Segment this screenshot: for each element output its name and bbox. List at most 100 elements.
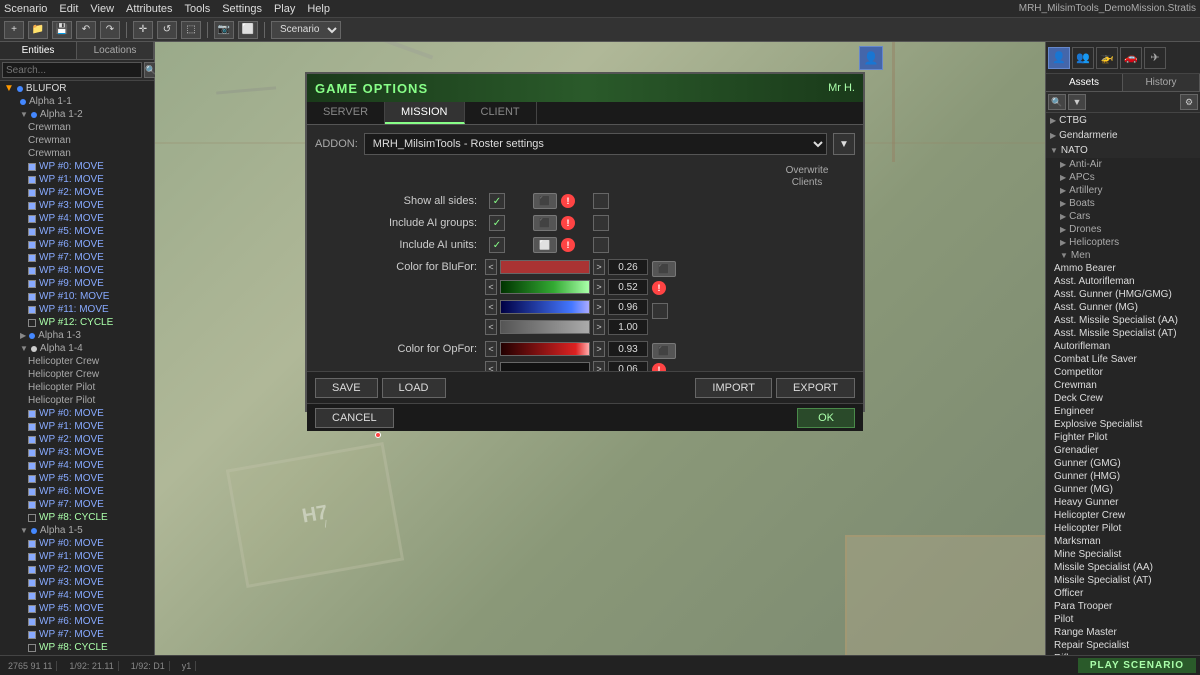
opfor-color-warning[interactable]: !: [652, 363, 666, 371]
asset-helicopters[interactable]: ▶Helicopters: [1046, 236, 1200, 249]
blufor-g-value[interactable]: 0.52: [608, 279, 648, 295]
asset-man-asst.-gunner-mg[interactable]: Asst. Gunner (MG): [1046, 301, 1200, 314]
menu-play[interactable]: Play: [274, 3, 295, 15]
toolbar-save[interactable]: 💾: [52, 21, 72, 39]
opfor-r-right[interactable]: >: [593, 341, 605, 357]
wp6-a12[interactable]: WP #6: MOVE: [0, 238, 154, 251]
save-button[interactable]: SAVE: [315, 378, 378, 398]
asset-man-ammo-bearer[interactable]: Ammo Bearer: [1046, 262, 1200, 275]
wp5-a12[interactable]: WP #5: MOVE: [0, 225, 154, 238]
menu-settings[interactable]: Settings: [222, 3, 262, 15]
wp6-a14[interactable]: WP #6: MOVE: [0, 485, 154, 498]
unit-icon-2[interactable]: 👥: [1072, 47, 1094, 69]
alpha1-1[interactable]: Alpha 1-1: [0, 95, 154, 108]
asset-man-fighter-pilot[interactable]: Fighter Pilot: [1046, 431, 1200, 444]
asset-drones[interactable]: ▶Drones: [1046, 223, 1200, 236]
asset-man-para-trooper[interactable]: Para Trooper: [1046, 600, 1200, 613]
map-area[interactable]: H7 / ⊕ GAME OPTIONS Mr H. SERVER: [155, 42, 1045, 655]
blufor-b-value[interactable]: 0.96: [608, 299, 648, 315]
asset-man-engineer[interactable]: Engineer: [1046, 405, 1200, 418]
asset-man-helicopter-crew[interactable]: Helicopter Crew: [1046, 509, 1200, 522]
load-button[interactable]: LOAD: [382, 378, 446, 398]
asset-man-missile-specialist-at[interactable]: Missile Specialist (AT): [1046, 574, 1200, 587]
heli-pilot2[interactable]: Helicopter Pilot: [0, 394, 154, 407]
tab-entities[interactable]: Entities: [0, 42, 77, 59]
toolbar-new[interactable]: +: [4, 21, 24, 39]
menu-help[interactable]: Help: [307, 3, 330, 15]
include-ai-units-warning[interactable]: !: [561, 238, 575, 252]
heli-crew1[interactable]: Helicopter Crew: [0, 355, 154, 368]
wp7-a15[interactable]: WP #7: MOVE: [0, 628, 154, 641]
assets-filter-btn[interactable]: ▼: [1068, 94, 1086, 110]
asset-man-grenadier[interactable]: Grenadier: [1046, 444, 1200, 457]
include-ai-groups-overwrite[interactable]: [593, 215, 609, 231]
blufor-g-right[interactable]: >: [593, 279, 605, 295]
asset-artillery[interactable]: ▶Artillery: [1046, 184, 1200, 197]
alpha1-3[interactable]: ▶ Alpha 1-3: [0, 329, 154, 342]
alpha1-6[interactable]: ▶ Alpha 1-6: [0, 654, 154, 655]
crewman2[interactable]: Crewman: [0, 134, 154, 147]
blufor-color-warning[interactable]: !: [652, 281, 666, 295]
menu-scenario[interactable]: Scenario: [4, 3, 47, 15]
wp3-a12[interactable]: WP #3: MOVE: [0, 199, 154, 212]
blufor-header[interactable]: ▼ BLUFOR: [0, 82, 154, 95]
entity-search-input[interactable]: [2, 62, 142, 78]
unit-icon-3[interactable]: 🚁: [1096, 47, 1118, 69]
assets-search-btn[interactable]: 🔍: [1048, 94, 1066, 110]
asset-group-ctbg[interactable]: ▶ CTBG: [1046, 113, 1200, 128]
asset-man-gunner-mg[interactable]: Gunner (MG): [1046, 483, 1200, 496]
toolbar-redo[interactable]: ↷: [100, 21, 120, 39]
asset-man-repair-specialist[interactable]: Repair Specialist: [1046, 639, 1200, 652]
assets-settings-btn[interactable]: ⚙: [1180, 94, 1198, 110]
wp4-a14[interactable]: WP #4: MOVE: [0, 459, 154, 472]
menu-attributes[interactable]: Attributes: [126, 3, 172, 15]
asset-man-range-master[interactable]: Range Master: [1046, 626, 1200, 639]
wp12-a12[interactable]: WP #12: CYCLE: [0, 316, 154, 329]
blufor-r-left[interactable]: <: [485, 259, 497, 275]
wp4-a12[interactable]: WP #4: MOVE: [0, 212, 154, 225]
include-ai-groups-warning[interactable]: !: [561, 216, 575, 230]
asset-man-crewman[interactable]: Crewman: [1046, 379, 1200, 392]
wp8-a12[interactable]: WP #8: MOVE: [0, 264, 154, 277]
toolbar-group[interactable]: ⬜: [238, 21, 258, 39]
blufor-b-left[interactable]: <: [485, 299, 497, 315]
wp7-a14[interactable]: WP #7: MOVE: [0, 498, 154, 511]
wp1-a14[interactable]: WP #1: MOVE: [0, 420, 154, 433]
toolbar-select[interactable]: ⬚: [181, 21, 201, 39]
asset-man-pilot[interactable]: Pilot: [1046, 613, 1200, 626]
heli-crew2[interactable]: Helicopter Crew: [0, 368, 154, 381]
play-scenario-button[interactable]: PLAY SCENARIO: [1078, 658, 1196, 673]
asset-man-combat-life-saver[interactable]: Combat Life Saver: [1046, 353, 1200, 366]
asset-group-nato[interactable]: ▼ NATO: [1046, 143, 1200, 158]
asset-man-gunner-hmg[interactable]: Gunner (HMG): [1046, 470, 1200, 483]
include-ai-units-toggle[interactable]: ⬜: [533, 237, 557, 253]
asset-man-autorifleman[interactable]: Autorifleman: [1046, 340, 1200, 353]
alpha1-5[interactable]: ▼ Alpha 1-5: [0, 524, 154, 537]
unit-icon-1[interactable]: 👤: [1048, 47, 1070, 69]
toolbar-camera[interactable]: 📷: [214, 21, 234, 39]
wp2-a14[interactable]: WP #2: MOVE: [0, 433, 154, 446]
show-all-sides-warning[interactable]: !: [561, 194, 575, 208]
menu-view[interactable]: View: [90, 3, 114, 15]
show-all-sides-toggle[interactable]: ⬛: [533, 193, 557, 209]
asset-anti-air[interactable]: ▶Anti-Air: [1046, 158, 1200, 171]
toolbar-rotate[interactable]: ↺: [157, 21, 177, 39]
scenario-selector[interactable]: Scenario: [271, 21, 341, 39]
wp1-a15[interactable]: WP #1: MOVE: [0, 550, 154, 563]
tab-server[interactable]: SERVER: [307, 102, 385, 124]
heli-pilot1[interactable]: Helicopter Pilot: [0, 381, 154, 394]
opfor-g-left[interactable]: <: [485, 361, 497, 371]
wp8-a14[interactable]: WP #8: CYCLE: [0, 511, 154, 524]
blufor-a-value[interactable]: 1.00: [608, 319, 648, 335]
asset-group-gendarmerie[interactable]: ▶ Gendarmerie: [1046, 128, 1200, 143]
wp7-a12[interactable]: WP #7: MOVE: [0, 251, 154, 264]
cancel-button[interactable]: CANCEL: [315, 408, 394, 428]
wp2-a15[interactable]: WP #2: MOVE: [0, 563, 154, 576]
asset-man-heavy-gunner[interactable]: Heavy Gunner: [1046, 496, 1200, 509]
wp11-a12[interactable]: WP #11: MOVE: [0, 303, 154, 316]
wp2-a12[interactable]: WP #2: MOVE: [0, 186, 154, 199]
asset-men[interactable]: ▼Men: [1046, 249, 1200, 262]
wp4-a15[interactable]: WP #4: MOVE: [0, 589, 154, 602]
opfor-r-value[interactable]: 0.93: [608, 341, 648, 357]
asset-man-asst.-missile-specialist-at[interactable]: Asst. Missile Specialist (AT): [1046, 327, 1200, 340]
